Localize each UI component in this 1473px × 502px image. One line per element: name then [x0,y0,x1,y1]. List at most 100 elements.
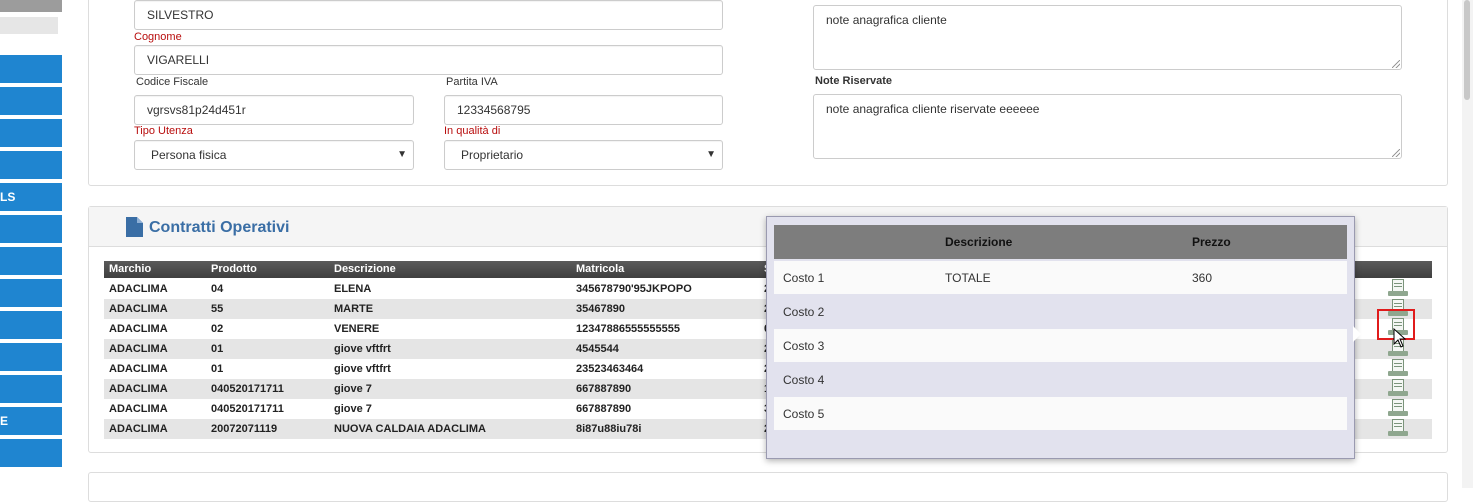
cell-brand: ADACLIMA [109,403,168,415]
chevron-down-icon: ▼ [706,149,716,160]
surname-field[interactable]: VIGARELLI [134,45,723,75]
sidebar-item[interactable] [0,55,62,85]
sidebar-item[interactable]: E [0,407,62,437]
cell-product: 04 [211,283,224,295]
notes-textarea[interactable]: note anagrafica cliente [813,5,1402,70]
cost-row: Costo 1 TOTALE 360 [774,261,1347,294]
cell-brand: ADACLIMA [109,343,168,355]
tax-code-field[interactable]: vgrsvs81p24d451r [134,95,414,125]
cell-product: 20072071119 [211,423,278,435]
cell-brand: ADACLIMA [109,303,168,315]
user-type-label: Tipo Utenza [134,125,193,137]
scrollbar-thumb[interactable] [1464,0,1470,100]
sidebar-item[interactable]: LS [0,183,62,213]
column-header-product[interactable]: Prodotto [211,263,257,275]
sidebar-item-label: E [0,414,9,428]
reserved-notes-textarea[interactable]: note anagrafica cliente riservate eeeeee [813,94,1402,159]
column-header-description[interactable]: Descrizione [334,263,396,275]
cell-brand: ADACLIMA [109,423,168,435]
cost-row: Costo 4 [774,363,1347,396]
sidebar-item[interactable] [0,215,62,245]
left-sidebar: LS E [0,0,62,488]
cell-serial: 8i87u88iu78i [576,423,642,435]
role-label: In qualità di [444,125,501,137]
popover-column-price: Prezzo [1192,235,1231,249]
cost-row: Costo 3 [774,329,1347,362]
resize-handle-icon[interactable] [1392,60,1400,68]
name-field[interactable]: SILVESTRO [134,0,723,30]
cell-description: giove 7 [334,403,372,415]
cost-row: Costo 5 [774,397,1347,430]
sidebar-header [0,0,62,12]
cost-name: Costo 3 [783,339,825,353]
cell-serial: 667887890 [576,383,632,395]
chevron-down-icon: ▼ [397,149,407,160]
cost-row: Costo 2 [774,295,1347,328]
cell-description: giove 7 [334,383,372,395]
vat-field[interactable]: 12334568795 [444,95,723,125]
cell-description: VENERE [334,323,380,335]
costs-list-icon[interactable] [1388,279,1408,296]
costs-list-icon[interactable] [1388,379,1408,396]
cost-description: TOTALE [945,271,991,285]
contracts-title: Contratti Operativi [149,219,290,236]
cell-serial: 23523463464 [576,363,644,375]
next-panel [88,472,1448,502]
cell-serial: 667887890 [576,403,632,415]
cell-description: ELENA [334,283,372,295]
cell-product: 040520171711 [211,383,284,395]
cell-serial: 12347886555555555 [576,323,681,335]
cell-brand: ADACLIMA [109,363,168,375]
sidebar-item[interactable] [0,151,62,181]
cell-serial: 35467890 [576,303,625,315]
costs-list-icon[interactable] [1388,399,1408,416]
reserved-notes-value: note anagrafica cliente riservate eeeeee [826,102,1040,116]
cell-product: 01 [211,363,224,375]
cell-product: 55 [211,303,224,315]
sidebar-item-label: LS [0,190,16,204]
column-header-serial[interactable]: Matricola [576,263,624,275]
user-type-select[interactable]: Persona fisica ▼ [134,140,414,170]
sidebar-item-active[interactable] [0,17,58,34]
cell-serial: 4545544 [576,343,619,355]
surname-label: Cognome [134,31,182,43]
cell-description: NUOVA CALDAIA ADACLIMA [334,423,486,435]
sidebar-item[interactable] [0,311,62,341]
notes-value: note anagrafica cliente [826,13,947,27]
costs-list-icon[interactable] [1388,359,1408,376]
vat-label: Partita IVA [446,76,498,88]
sidebar-item[interactable] [0,439,62,469]
cost-name: Costo 5 [783,407,825,421]
cell-product: 040520171711 [211,403,284,415]
cell-serial: 345678790'95JKPOPO [576,283,692,295]
cell-brand: ADACLIMA [109,323,168,335]
mouse-pointer-icon [1393,328,1407,348]
cell-description: giove vftfrt [334,363,391,375]
cell-description: MARTE [334,303,374,315]
costs-list-icon[interactable] [1388,419,1408,436]
resize-handle-icon[interactable] [1392,149,1400,157]
document-icon [126,217,143,237]
popover-table-header: Descrizione Prezzo [774,225,1347,259]
tax-code-label: Codice Fiscale [136,76,209,88]
cell-description: giove vftfrt [334,343,391,355]
cost-name: Costo 2 [783,305,825,319]
popover-arrow [1353,326,1361,342]
sidebar-item[interactable] [0,375,62,405]
cell-product: 02 [211,323,224,335]
role-select[interactable]: Proprietario ▼ [444,140,723,170]
sidebar-item[interactable] [0,247,62,277]
reserved-notes-label: Note Riservate [815,75,893,87]
cell-product: 01 [211,343,224,355]
cell-brand: ADACLIMA [109,283,168,295]
sidebar-item[interactable] [0,279,62,309]
cost-price: 360 [1192,271,1213,285]
sidebar-item[interactable] [0,343,62,373]
role-value: Proprietario [461,148,524,162]
popover-column-description: Descrizione [945,235,1013,249]
cell-brand: ADACLIMA [109,383,168,395]
sidebar-item[interactable] [0,119,62,149]
column-header-brand[interactable]: Marchio [109,263,151,275]
cost-name: Costo 4 [783,373,825,387]
sidebar-item[interactable] [0,87,62,117]
